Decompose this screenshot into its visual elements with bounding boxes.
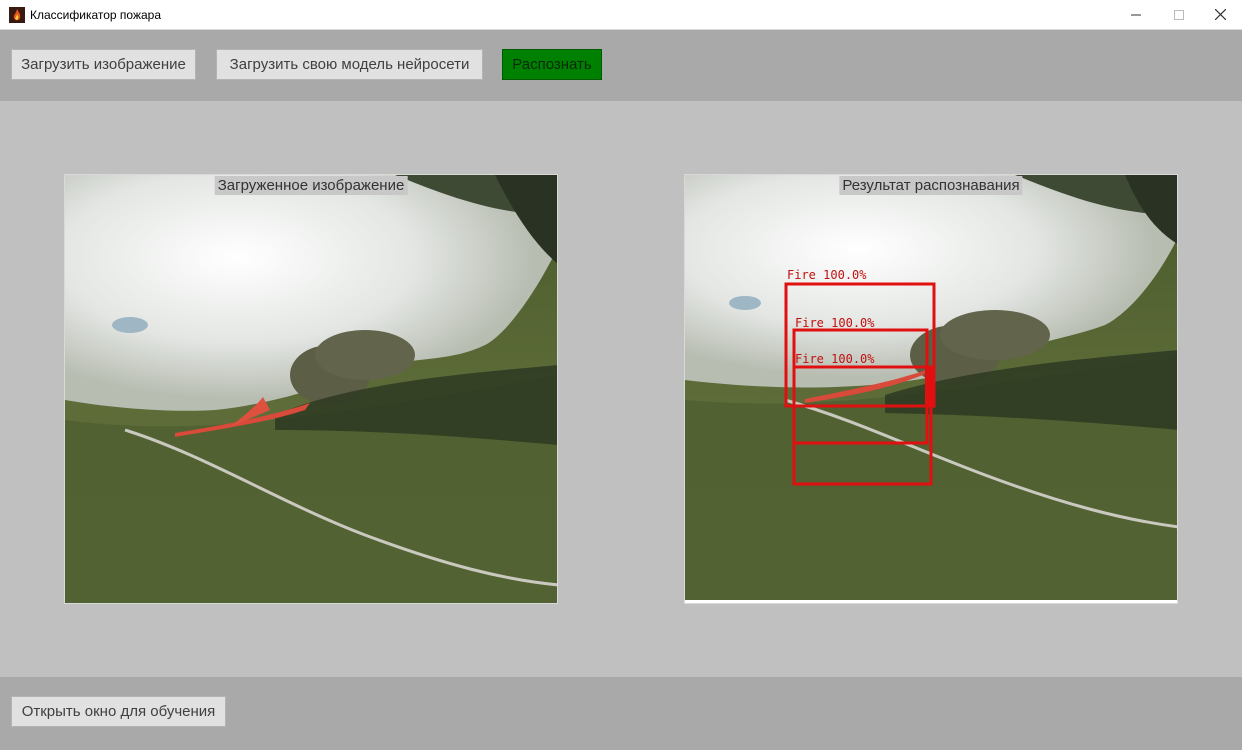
loaded-image bbox=[65, 175, 557, 603]
window-title: Классификатор пожара bbox=[30, 8, 161, 22]
title-bar: Классификатор пожара bbox=[0, 0, 1242, 30]
load-model-button[interactable]: Загрузить свою модель нейросети bbox=[216, 49, 483, 80]
load-image-button[interactable]: Загрузить изображение bbox=[11, 49, 196, 80]
close-button[interactable] bbox=[1198, 0, 1242, 29]
detection-overlap-mark bbox=[925, 367, 934, 407]
svg-text:Fire 100.0%: Fire 100.0% bbox=[795, 352, 875, 366]
result-image-label: Результат распознавания bbox=[839, 176, 1023, 195]
loaded-image-label: Загруженное изображение bbox=[214, 176, 408, 195]
minimize-button[interactable] bbox=[1114, 0, 1158, 29]
result-image-panel: Fire 100.0% Fire 100.0% Fire 100.0% Резу… bbox=[684, 174, 1178, 604]
open-training-window-button[interactable]: Открыть окно для обучения bbox=[11, 696, 226, 727]
maximize-button[interactable] bbox=[1157, 0, 1201, 29]
maximize-icon bbox=[1174, 9, 1184, 20]
bottom-toolbar: Открыть окно для обучения bbox=[0, 677, 1242, 750]
svg-text:Fire 100.0%: Fire 100.0% bbox=[787, 268, 867, 282]
result-image: Fire 100.0% Fire 100.0% Fire 100.0% bbox=[685, 175, 1177, 603]
minimize-icon bbox=[1131, 14, 1141, 15]
top-toolbar: Загрузить изображение Загрузить свою мод… bbox=[0, 30, 1242, 101]
svg-text:Fire 100.0%: Fire 100.0% bbox=[795, 316, 875, 330]
close-icon bbox=[1214, 9, 1226, 20]
fire-app-icon bbox=[9, 7, 25, 23]
loaded-image-panel: Загруженное изображение bbox=[64, 174, 558, 604]
recognize-button[interactable]: Распознать bbox=[502, 49, 602, 80]
